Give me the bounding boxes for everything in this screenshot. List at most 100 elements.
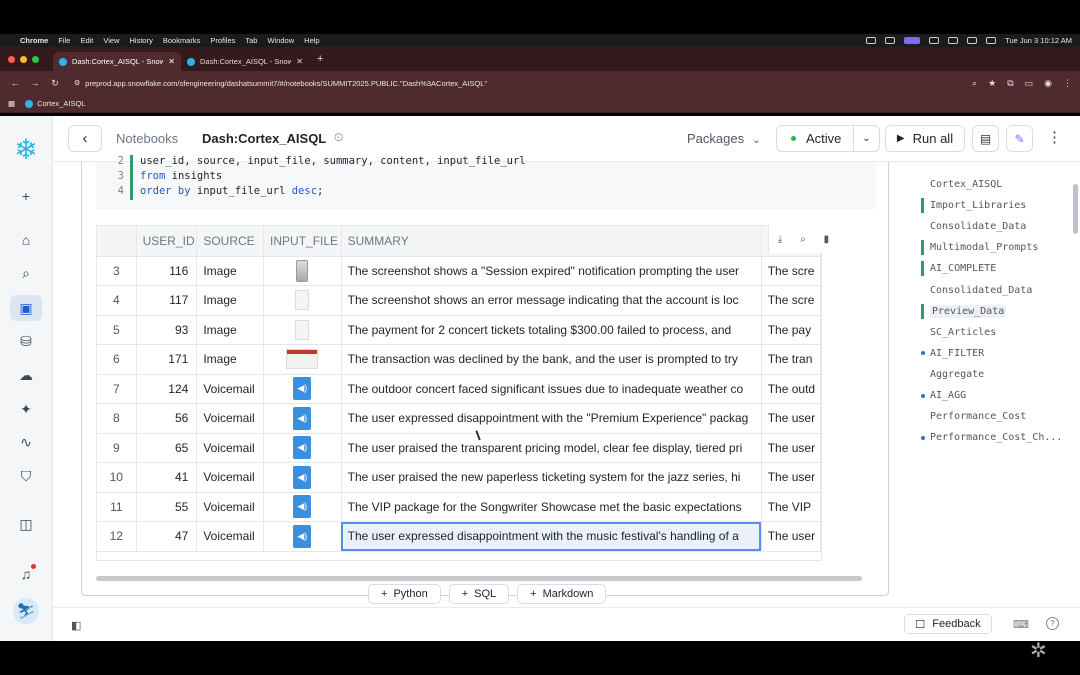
- source-cell[interactable]: Voicemail: [196, 403, 265, 434]
- minimize-window-button[interactable]: [20, 55, 27, 63]
- image-thumbnail[interactable]: [296, 259, 309, 282]
- create-plus-icon[interactable]: +: [10, 183, 42, 209]
- source-cell[interactable]: Image: [196, 315, 265, 345]
- menu-item[interactable]: Tab: [245, 36, 257, 45]
- forward-arrow-icon[interactable]: →: [28, 78, 42, 88]
- source-cell[interactable]: Voicemail: [196, 492, 265, 522]
- content-cell[interactable]: The outd: [761, 374, 821, 404]
- user-id-cell[interactable]: 41: [136, 462, 198, 493]
- outline-item[interactable]: Aggregate: [921, 366, 1071, 383]
- summary-cell[interactable]: The VIP package for the Songwriter Showc…: [341, 492, 762, 522]
- audio-file-icon[interactable]: ◀): [293, 406, 312, 430]
- new-tab-icon[interactable]: +: [317, 53, 323, 65]
- data-database-icon[interactable]: ⛁: [10, 328, 42, 354]
- projects-icon[interactable]: ▣: [10, 295, 42, 321]
- table-row[interactable]: 11 55 Voicemail ◀) The VIP package for the S…: [97, 492, 821, 522]
- user-avatar[interactable]: ⛷: [13, 598, 39, 624]
- browser-tab-2[interactable]: Dash:Cortex_AISQL - Snowfla ✕: [181, 52, 309, 71]
- audio-file-icon[interactable]: ◀): [293, 436, 312, 460]
- summary-cell[interactable]: The user praised the new paperless ticke…: [341, 462, 762, 493]
- input-file-cell[interactable]: ◀): [263, 403, 342, 434]
- menu-item[interactable]: View: [103, 36, 119, 45]
- summary-cell[interactable]: The user expressed disappointment with t…: [341, 521, 762, 552]
- input-file-cell[interactable]: ◀): [263, 492, 342, 522]
- governance-shield-icon[interactable]: ⛉: [10, 463, 42, 489]
- outline-item[interactable]: Performance_Cost: [921, 408, 1071, 425]
- monitoring-pulse-icon[interactable]: ∿: [10, 429, 42, 455]
- source-cell[interactable]: Voicemail: [196, 521, 265, 552]
- code-editor[interactable]: 2 user_id, source, input_file, summary, …: [96, 155, 876, 209]
- notebook-title[interactable]: Dash:Cortex_AISQL: [202, 131, 326, 146]
- content-cell[interactable]: The VIP: [761, 492, 821, 522]
- outline-item[interactable]: Multimodal_Prompts: [921, 239, 1071, 256]
- menu-item[interactable]: Edit: [80, 36, 93, 45]
- source-cell[interactable]: Image: [196, 344, 265, 375]
- user-id-cell[interactable]: 56: [136, 403, 198, 434]
- table-row[interactable]: 4 117 Image The screenshot shows an error m…: [97, 285, 821, 316]
- snowflake-logo-icon[interactable]: ❄: [11, 134, 41, 165]
- more-options-icon[interactable]: ⋮: [1047, 128, 1062, 146]
- menu-item[interactable]: History: [130, 36, 153, 45]
- extensions-icon[interactable]: ⧉: [1007, 78, 1013, 89]
- ai-assistant-icon[interactable]: ✎: [1006, 125, 1033, 152]
- sidebar-toggle-icon[interactable]: ◧: [71, 619, 81, 632]
- home-icon[interactable]: ⌂: [10, 227, 42, 253]
- outline-item[interactable]: AI_FILTER: [921, 345, 1071, 362]
- input-file-cell[interactable]: ◀): [263, 521, 342, 552]
- outline-item[interactable]: Import_Libraries: [921, 197, 1071, 214]
- add-python-cell-button[interactable]: + Python: [368, 584, 441, 604]
- add-sql-cell-button[interactable]: + SQL: [448, 584, 510, 604]
- audio-file-icon[interactable]: ◀): [293, 524, 312, 548]
- add-markdown-cell-button[interactable]: + Markdown: [517, 584, 607, 604]
- search-icon[interactable]: ⌕: [800, 234, 806, 245]
- content-cell[interactable]: The user: [761, 521, 821, 552]
- content-cell[interactable]: The scre: [761, 285, 821, 316]
- control-center-icon[interactable]: [986, 37, 997, 44]
- table-row[interactable]: 3 116 Image The screenshot shows a "Session…: [97, 256, 821, 286]
- content-cell[interactable]: The user: [761, 462, 821, 493]
- input-file-cell[interactable]: [263, 315, 342, 345]
- source-cell[interactable]: Voicemail: [196, 374, 265, 404]
- site-info-icon[interactable]: ⚙: [74, 79, 80, 87]
- menu-item[interactable]: Bookmarks: [163, 36, 201, 45]
- column-header[interactable]: SUMMARY: [341, 226, 762, 257]
- content-cell[interactable]: The pay: [761, 315, 821, 345]
- table-row[interactable]: 12 47 Voicemail ◀) The user expressed disapp…: [97, 521, 821, 552]
- cloud-icon[interactable]: ☁: [10, 362, 42, 388]
- wifi-icon[interactable]: [948, 37, 959, 44]
- source-cell[interactable]: Voicemail: [196, 462, 265, 493]
- column-header[interactable]: USER_ID: [136, 226, 198, 257]
- user-id-cell[interactable]: 47: [136, 521, 198, 552]
- outline-item[interactable]: Consolidated_Data: [921, 282, 1071, 299]
- audio-file-icon[interactable]: ◀): [293, 377, 312, 401]
- feedback-button[interactable]: ☐ Feedback: [904, 614, 992, 634]
- input-file-cell[interactable]: ◀): [263, 462, 342, 493]
- image-thumbnail[interactable]: [295, 319, 310, 340]
- screen-share-icon[interactable]: [904, 37, 921, 44]
- download-icon[interactable]: ⤓: [778, 234, 782, 245]
- expand-icon[interactable]: ▮: [824, 234, 830, 245]
- table-row[interactable]: 7 124 Voicemail ◀) The outdoor concert faced…: [97, 374, 821, 404]
- zoom-icon[interactable]: ⌕: [972, 78, 977, 89]
- content-cell[interactable]: The scre: [761, 256, 821, 286]
- close-tab-icon[interactable]: ✕: [296, 57, 303, 66]
- outline-item[interactable]: SC_Articles: [921, 324, 1071, 341]
- run-all-button[interactable]: ▶ Run all: [885, 125, 965, 152]
- user-id-cell[interactable]: 124: [136, 374, 198, 404]
- cast-icon[interactable]: [866, 37, 877, 44]
- bookmark-star-icon[interactable]: ★: [988, 78, 996, 89]
- search-icon[interactable]: [967, 37, 978, 44]
- reload-icon[interactable]: ↻: [48, 78, 62, 89]
- table-row[interactable]: 6 171 Image The transaction was declined by…: [97, 344, 821, 375]
- summary-cell[interactable]: The payment for 2 concert tickets totali…: [341, 315, 762, 345]
- input-file-cell[interactable]: [263, 256, 342, 286]
- keyboard-shortcuts-icon[interactable]: ⌨: [1013, 618, 1029, 631]
- summary-cell[interactable]: The transaction was declined by the bank…: [341, 344, 762, 375]
- image-thumbnail[interactable]: [286, 349, 319, 370]
- session-status-button[interactable]: Active ⌄: [776, 125, 880, 152]
- summary-cell[interactable]: The screenshot shows a "Session expired"…: [341, 256, 762, 286]
- input-file-cell[interactable]: [263, 285, 342, 316]
- maximize-window-button[interactable]: [32, 55, 39, 63]
- schedule-calendar-icon[interactable]: ▤: [972, 125, 999, 152]
- source-cell[interactable]: Voicemail: [196, 433, 265, 463]
